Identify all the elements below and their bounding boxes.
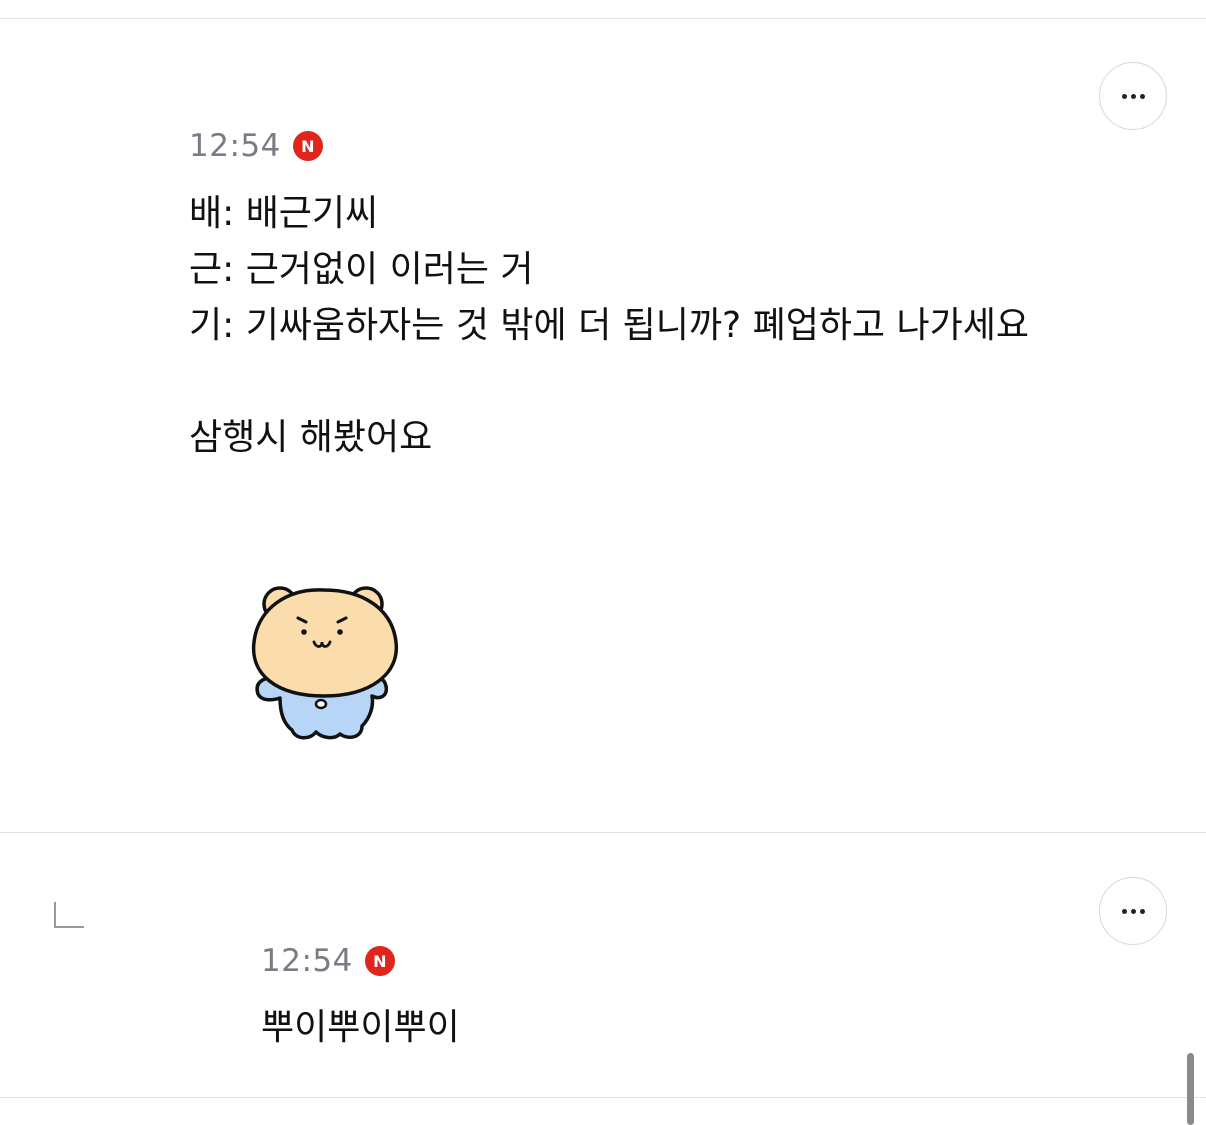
comment-thread: 12:54 N 배: 배근기씨근: 근거없이 이러는 거기: 기싸움하자는 것 … xyxy=(0,0,1206,1125)
comment-line: 삼행시 해봤어요 xyxy=(189,417,433,458)
scrollbar-thumb[interactable] xyxy=(1187,1053,1194,1125)
new-badge: N xyxy=(292,131,323,161)
more-options-icon xyxy=(1121,908,1145,914)
reply-meta: 12:54 N xyxy=(261,943,395,979)
reply-time: 12:54 xyxy=(261,943,353,979)
more-options-icon xyxy=(1121,93,1145,99)
bear-sticker-icon[interactable] xyxy=(240,578,410,752)
comment-line: 뿌이뿌이뿌이 xyxy=(261,1007,460,1048)
more-options-button[interactable] xyxy=(1099,877,1167,945)
comment-time: 12:54 xyxy=(189,128,281,164)
comment-line: 배: 배근기씨 xyxy=(189,193,379,234)
comment-line: 근: 근거없이 이러는 거 xyxy=(189,249,534,290)
comment-meta: 12:54 N xyxy=(189,128,323,164)
comment-item: 12:54 N 배: 배근기씨근: 근거없이 이러는 거기: 기싸움하자는 것 … xyxy=(0,0,1206,832)
comment-line: 기: 기싸움하자는 것 밖에 더 됩니까? 폐업하고 나가세요 xyxy=(189,305,1029,346)
reply-arrow-icon xyxy=(54,902,84,928)
comment-line xyxy=(189,354,1029,410)
reply-body: 뿌이뿌이뿌이 xyxy=(261,1000,460,1056)
new-badge: N xyxy=(364,946,395,976)
reply-item xyxy=(0,833,1206,1097)
comment-body: 배: 배근기씨근: 근거없이 이러는 거기: 기싸움하자는 것 밖에 더 됩니까… xyxy=(189,186,1029,466)
more-options-button[interactable] xyxy=(1099,62,1167,130)
bottom-divider xyxy=(0,1097,1206,1098)
